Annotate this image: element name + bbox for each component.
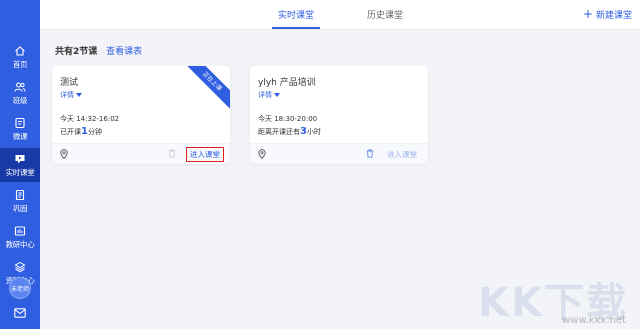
research-icon <box>14 225 26 236</box>
sidebar-item-microcourse[interactable]: 微课 <box>0 112 40 146</box>
status-number: 1 <box>81 126 88 137</box>
active-tab-indicator <box>272 27 320 29</box>
new-classroom-label: 新建课堂 <box>595 11 632 21</box>
sidebar-item-research-center[interactable]: 教研中心 <box>0 220 40 254</box>
sidebar-item-home[interactable]: 首页 <box>0 40 40 74</box>
tab-live-classroom[interactable]: 实时课堂 <box>278 8 314 21</box>
location-pin-icon[interactable] <box>258 149 266 159</box>
course-status: 已开课1分钟 <box>60 126 102 137</box>
sidebar-item-label: 巩固 <box>12 203 28 213</box>
card-footer: 进入课堂 <box>250 143 428 164</box>
trash-icon[interactable] <box>168 149 176 158</box>
sidebar-item-label: 教研中心 <box>5 239 35 249</box>
details-label: 详情 <box>258 91 272 99</box>
caret-down-icon <box>76 93 82 97</box>
avatar[interactable]: 未老师 <box>9 277 31 299</box>
details-toggle[interactable]: 详情 <box>258 90 280 100</box>
details-label: 详情 <box>60 91 74 99</box>
mail-icon[interactable] <box>14 308 26 318</box>
course-card: ylyh 产品培训 详情 今天 18:30-20:00 距离开课还有3小时 进入… <box>250 66 428 164</box>
status-prefix: 已开课 <box>60 128 81 136</box>
sidebar-item-label: 首页 <box>12 59 28 69</box>
course-count: 共有2节课 <box>55 47 98 57</box>
top-bar: 实时课堂 历史课堂 + 新建课堂 <box>40 0 640 30</box>
book-icon <box>15 117 25 128</box>
enter-classroom-button[interactable]: 进入课堂 <box>186 147 224 162</box>
sidebar-item-consolidate[interactable]: 巩固 <box>0 184 40 218</box>
view-schedule-link[interactable]: 查看课表 <box>106 47 142 57</box>
live-classroom-icon <box>15 154 25 163</box>
sidebar-item-label: 微课 <box>12 131 28 141</box>
trash-icon[interactable] <box>366 149 374 158</box>
course-card: 正在上课 测试 详情 今天 14:32-16:02 已开课1分钟 进入课堂 <box>52 66 230 164</box>
users-icon <box>14 81 26 92</box>
course-title: 测试 <box>60 78 79 88</box>
plus-icon: + <box>582 7 593 21</box>
sidebar-item-label: 实时课堂 <box>5 167 35 177</box>
status-suffix: 小时 <box>306 128 321 136</box>
document-icon <box>15 189 25 200</box>
status-number: 3 <box>300 126 307 137</box>
status-prefix: 距离开课还有 <box>258 128 300 136</box>
caret-down-icon <box>274 93 280 97</box>
location-pin-icon[interactable] <box>60 149 68 159</box>
course-count-line: 共有2节课 查看课表 <box>55 44 142 57</box>
course-status: 距离开课还有3小时 <box>258 126 321 137</box>
sidebar-item-label: 班级 <box>12 95 28 105</box>
home-icon <box>15 45 25 56</box>
in-class-ribbon: 正在上课 <box>179 66 230 115</box>
sidebar-item-class[interactable]: 班级 <box>0 76 40 110</box>
sidebar: 首页 班级 微课 实时课堂 巩固 教研中心 资料中心 未老师 <box>0 0 40 329</box>
course-time: 今天 14:32-16:02 <box>60 115 120 123</box>
course-time: 今天 18:30-20:00 <box>258 115 318 123</box>
sidebar-item-live-classroom[interactable]: 实时课堂 <box>0 148 40 182</box>
status-suffix: 分钟 <box>87 128 102 136</box>
details-toggle[interactable]: 详情 <box>60 90 82 100</box>
course-title: ylyh 产品培训 <box>258 78 316 88</box>
enter-classroom-button[interactable]: 进入课堂 <box>385 148 419 161</box>
new-classroom-button[interactable]: + 新建课堂 <box>583 8 632 21</box>
card-footer: 进入课堂 <box>52 143 230 164</box>
tab-history-classroom[interactable]: 历史课堂 <box>367 8 403 21</box>
layers-icon <box>14 261 26 272</box>
watermark-url: www.kkx.net <box>562 315 626 326</box>
